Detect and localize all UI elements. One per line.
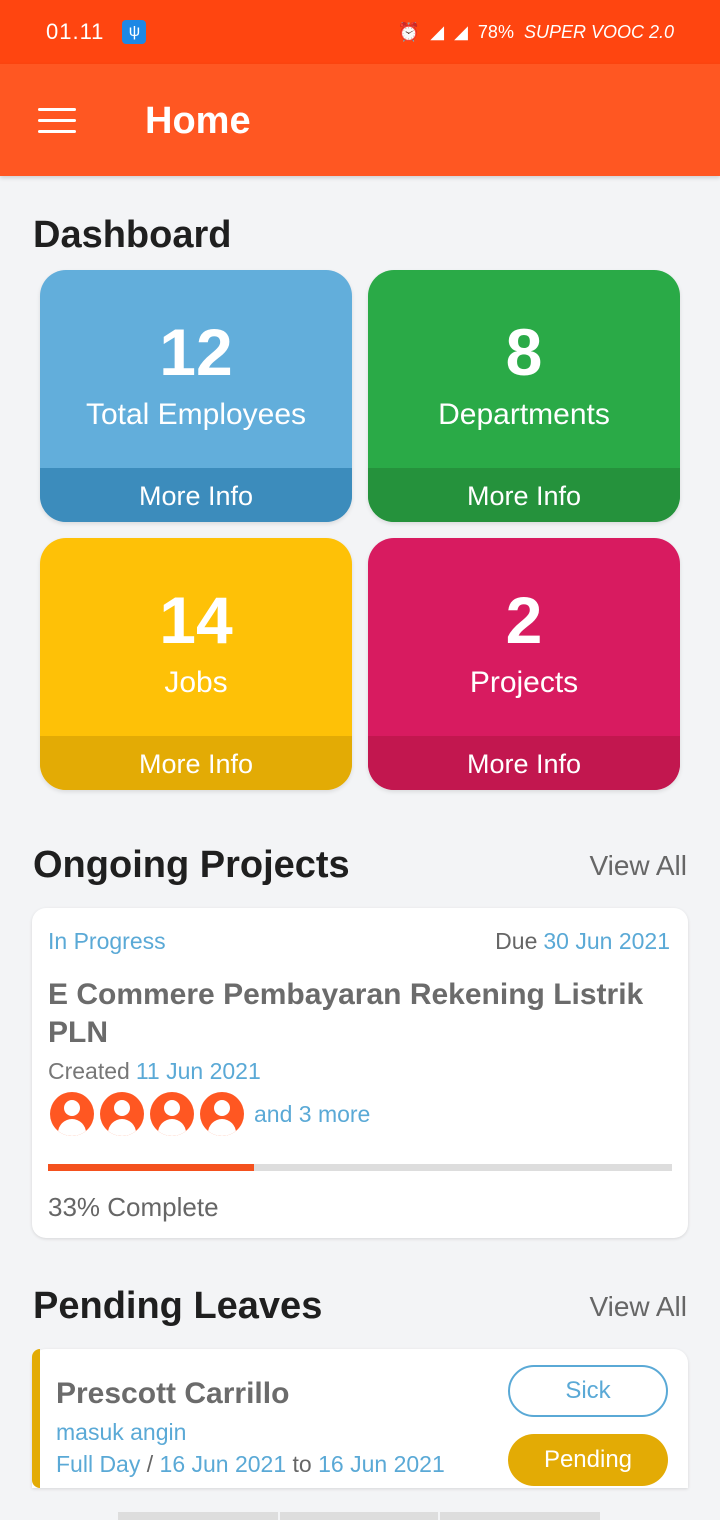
project-complete-text: 33% Complete xyxy=(48,1192,219,1222)
pending-leaves-heading: Pending Leaves xyxy=(33,1285,323,1327)
leave-status-button[interactable]: Pending xyxy=(508,1434,668,1486)
leave-status-bar xyxy=(32,1349,40,1488)
leave-reason: masuk angin xyxy=(56,1419,187,1445)
ongoing-projects-heading: Ongoing Projects xyxy=(33,844,350,886)
status-icons: ⏰ ◢ ◢ 78% SUPER VOOC 2.0 xyxy=(398,22,674,43)
alarm-icon: ⏰ xyxy=(397,21,421,42)
nav-gesture-bar xyxy=(280,1512,438,1520)
signal-icon: ◢ xyxy=(430,21,445,42)
project-created: Created 11 Jun 2021 xyxy=(48,1058,261,1085)
battery-text: 78% xyxy=(477,21,514,42)
avatar[interactable] xyxy=(150,1092,194,1136)
projects-label: Projects xyxy=(469,666,579,699)
app-bar: Home xyxy=(0,64,720,176)
leave-duration-type: Full Day xyxy=(56,1451,141,1477)
jobs-label: Jobs xyxy=(164,666,228,699)
project-members: and 3 more xyxy=(50,1092,370,1136)
departments-label: Departments xyxy=(438,398,610,431)
jobs-card[interactable]: 14 Jobs More Info xyxy=(40,538,352,790)
dashboard-heading: Dashboard xyxy=(33,214,232,256)
leave-from-date: 16 Jun 2021 xyxy=(159,1451,287,1477)
due-date: 30 Jun 2021 xyxy=(543,928,670,954)
project-progress-fill xyxy=(48,1164,254,1171)
nav-gesture-bar xyxy=(118,1512,278,1520)
leave-type-badge[interactable]: Sick xyxy=(508,1365,668,1417)
leave-to-date: 16 Jun 2021 xyxy=(318,1451,445,1477)
employees-more-info-button[interactable]: More Info xyxy=(40,468,352,522)
projects-view-all-link[interactable]: View All xyxy=(589,850,687,882)
due-label: Due xyxy=(495,928,538,954)
employees-card[interactable]: 12 Total Employees More Info xyxy=(40,270,352,522)
departments-count: 8 xyxy=(505,315,543,389)
created-date: 11 Jun 2021 xyxy=(135,1058,261,1084)
project-progress-bar xyxy=(48,1164,672,1171)
departments-more-info-button[interactable]: More Info xyxy=(368,468,680,522)
departments-card[interactable]: 8 Departments More Info xyxy=(368,270,680,522)
leaves-view-all-link[interactable]: View All xyxy=(589,1291,687,1323)
usb-icon: ψ xyxy=(122,20,147,44)
jobs-count: 14 xyxy=(159,583,233,657)
avatar[interactable] xyxy=(200,1092,244,1136)
charging-text: SUPER VOOC 2.0 xyxy=(523,21,674,42)
projects-card[interactable]: 2 Projects More Info xyxy=(368,538,680,790)
project-status: In Progress xyxy=(48,928,166,954)
leave-card[interactable]: Prescott Carrillo masuk angin Full Day /… xyxy=(32,1349,688,1488)
project-due: Due 30 Jun 2021 xyxy=(495,928,670,955)
avatar[interactable] xyxy=(50,1092,94,1136)
created-label: Created xyxy=(48,1058,130,1084)
jobs-more-info-button[interactable]: More Info xyxy=(40,736,352,790)
status-time: 01.11 xyxy=(46,19,105,44)
employees-label: Total Employees xyxy=(85,398,307,431)
project-name: E Commere Pembayaran Rekening Listrik PL… xyxy=(48,978,644,1049)
leave-employee-name: Prescott Carrillo xyxy=(56,1377,290,1410)
employees-count: 12 xyxy=(159,315,233,389)
leave-dates: Full Day / 16 Jun 2021 to 16 Jun 2021 xyxy=(56,1451,445,1477)
leave-to-label: to xyxy=(292,1451,312,1477)
menu-icon[interactable] xyxy=(38,108,76,134)
projects-count: 2 xyxy=(505,583,543,657)
status-bar: 01.11 ψ ⏰ ◢ ◢ 78% SUPER VOOC 2.0 xyxy=(0,0,720,64)
signal-icon: ◢ xyxy=(454,21,468,42)
project-card[interactable]: In Progress Due 30 Jun 2021 E Commere Pem… xyxy=(32,908,688,1238)
avatar[interactable] xyxy=(100,1092,144,1136)
page-title: Home xyxy=(145,100,251,142)
nav-gesture-bar xyxy=(440,1512,600,1520)
more-members-link[interactable]: and 3 more xyxy=(254,1101,370,1128)
projects-more-info-button[interactable]: More Info xyxy=(368,736,680,790)
